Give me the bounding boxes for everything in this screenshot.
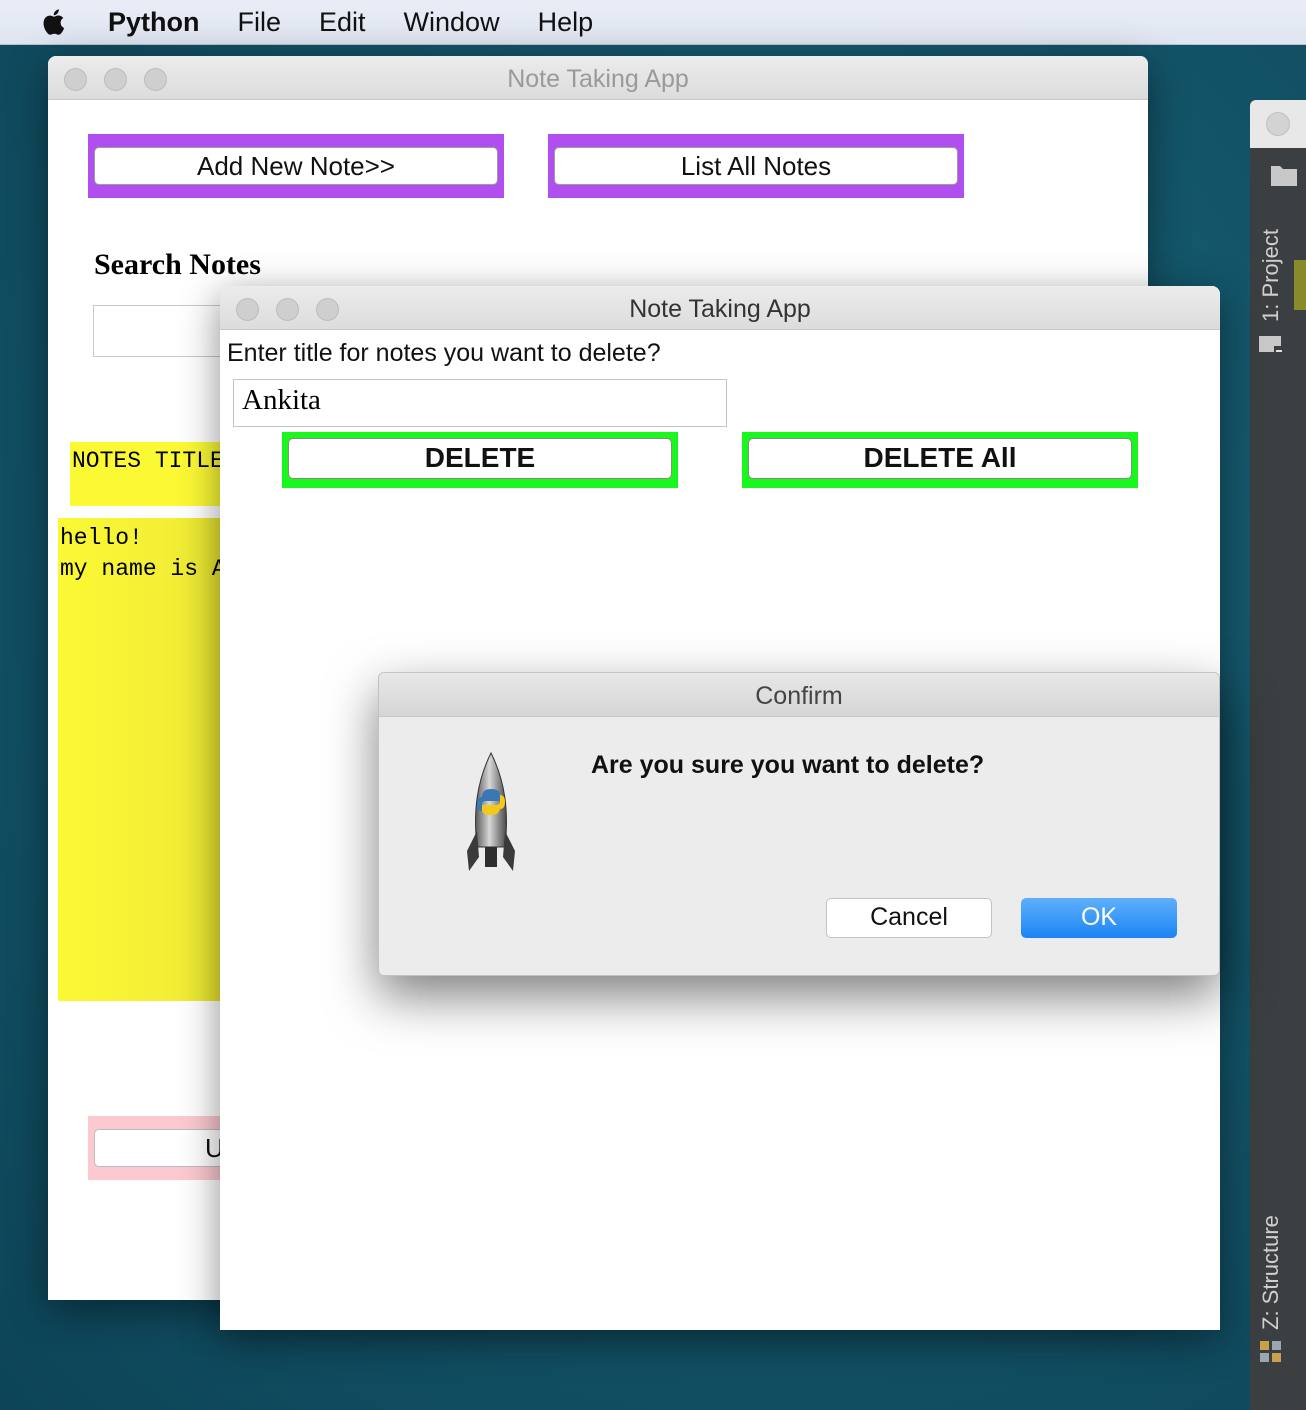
menu-help[interactable]: Help — [538, 0, 594, 44]
ok-button[interactable]: OK — [1021, 898, 1177, 938]
ide-tab-structure[interactable]: Z: Structure — [1258, 1215, 1284, 1330]
menu-edit[interactable]: Edit — [319, 0, 366, 44]
ide-scroll-accent — [1294, 260, 1306, 310]
list-all-notes-button[interactable]: List All Notes — [554, 147, 958, 185]
menu-bar: Python File Edit Window Help — [0, 0, 1306, 45]
menu-window[interactable]: Window — [404, 0, 500, 44]
python-launcher-rocket-icon — [467, 751, 515, 871]
notes-title-label: NOTES TITLE — [72, 448, 224, 474]
folder-icon[interactable] — [1270, 163, 1298, 187]
add-new-note-button[interactable]: Add New Note>> — [94, 147, 498, 185]
delete-window-titlebar: Note Taking App — [220, 286, 1220, 330]
confirm-message: Are you sure you want to delete? — [591, 751, 985, 779]
confirm-title: Confirm — [755, 682, 843, 710]
main-window-titlebar: Note Taking App — [48, 56, 1148, 100]
confirm-titlebar: Confirm — [379, 673, 1219, 717]
delete-all-frame: DELETE All — [742, 432, 1138, 488]
delete-title-input[interactable]: Ankita — [233, 379, 727, 427]
add-note-frame: Add New Note>> — [88, 134, 504, 198]
search-notes-label: Search Notes — [94, 248, 261, 281]
menu-file[interactable]: File — [238, 0, 282, 44]
project-icon — [1259, 336, 1283, 357]
main-window-title: Note Taking App — [507, 65, 689, 93]
delete-prompt-label: Enter title for notes you want to delete… — [227, 339, 661, 367]
delete-button[interactable]: DELETE — [288, 438, 672, 479]
ide-tab-project[interactable]: 1: Project — [1258, 229, 1284, 322]
delete-window-title: Note Taking App — [629, 295, 811, 323]
delete-all-button[interactable]: DELETE All — [748, 438, 1132, 479]
apple-icon[interactable] — [40, 7, 70, 37]
list-notes-frame: List All Notes — [548, 134, 964, 198]
structure-icon — [1260, 1341, 1281, 1362]
confirm-dialog: Confirm Are you sure you want to delete?… — [378, 672, 1220, 976]
delete-frame: DELETE — [282, 432, 678, 488]
menu-app-python[interactable]: Python — [108, 0, 200, 44]
ide-window-button[interactable] — [1266, 112, 1290, 136]
cancel-button[interactable]: Cancel — [826, 898, 992, 938]
